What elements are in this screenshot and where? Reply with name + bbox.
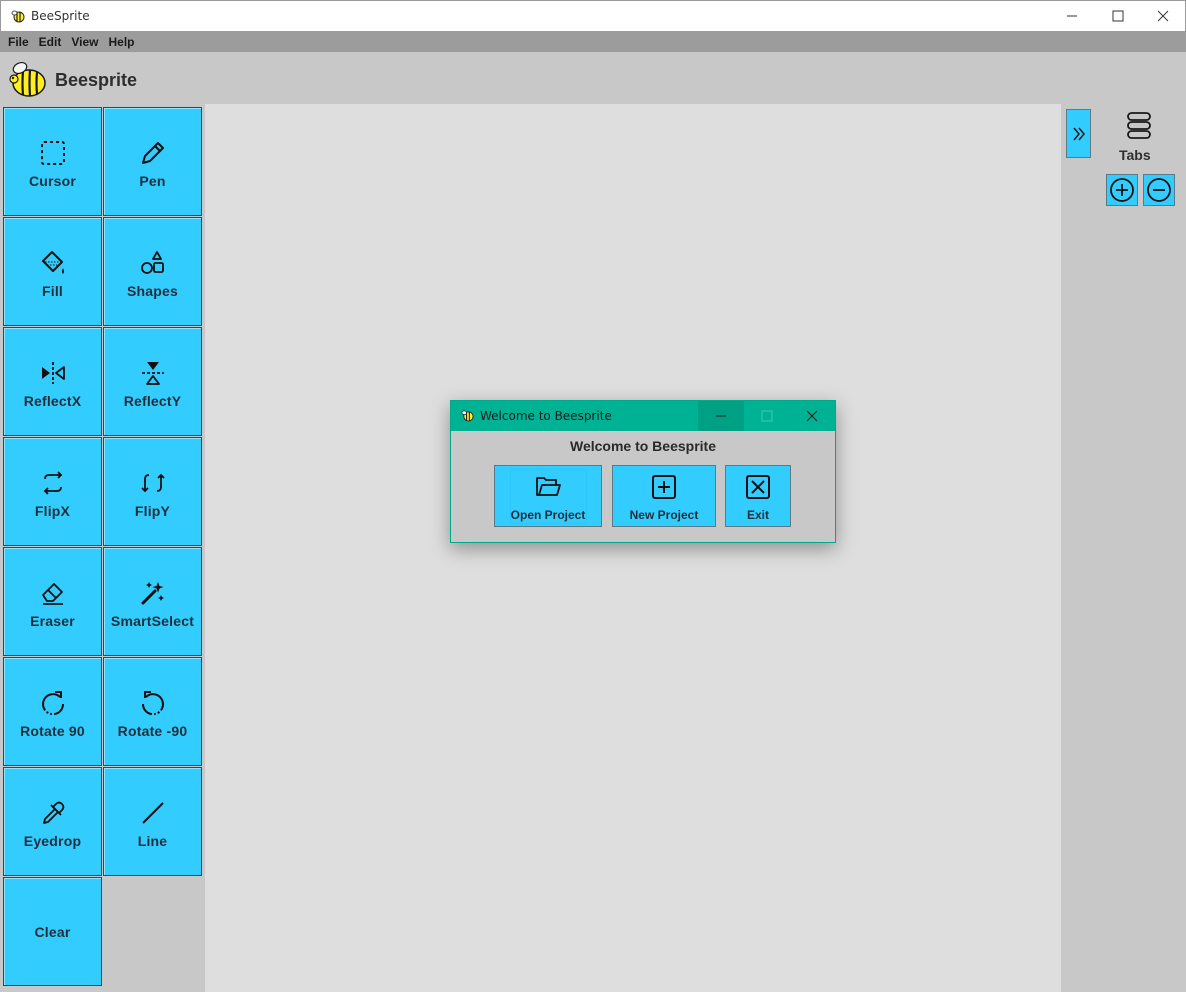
window-title: BeeSprite xyxy=(31,9,90,23)
bee-app-icon xyxy=(11,10,25,23)
close-icon xyxy=(806,410,818,422)
maximize-button[interactable] xyxy=(1095,1,1141,31)
dialog-minimize-button[interactable] xyxy=(698,401,744,431)
tool-fill[interactable]: Fill xyxy=(3,217,102,326)
menu-edit[interactable]: Edit xyxy=(34,35,67,49)
tool-label: Eyedrop xyxy=(23,832,82,849)
tool-label: ReflectY xyxy=(123,392,182,409)
tool-smartselect[interactable]: SmartSelect xyxy=(103,547,202,656)
flip-x-icon xyxy=(39,469,67,497)
tool-flipy[interactable]: FlipY xyxy=(103,437,202,546)
plus-square-icon xyxy=(652,475,676,499)
tool-line[interactable]: Line xyxy=(103,767,202,876)
dashed-select-icon xyxy=(39,139,67,167)
tool-reflectx[interactable]: ReflectX xyxy=(3,327,102,436)
tool-label: Rotate -90 xyxy=(117,722,188,739)
minimize-icon xyxy=(716,415,726,417)
double-chevron-right-icon xyxy=(1072,127,1085,140)
maximize-icon xyxy=(761,410,773,422)
dialog-title: Welcome to Beesprite xyxy=(480,409,612,423)
bee-logo xyxy=(9,61,46,97)
minimize-icon xyxy=(1067,15,1077,17)
app-name: Beesprite xyxy=(55,70,138,90)
button-label: New Project xyxy=(629,508,699,522)
eyedropper-icon xyxy=(39,799,67,827)
tool-clear[interactable]: Clear xyxy=(3,877,102,986)
button-label: Exit xyxy=(746,508,769,522)
expand-panel-button[interactable] xyxy=(1066,109,1091,158)
menu-help[interactable]: Help xyxy=(103,35,139,49)
exit-button[interactable]: Exit xyxy=(725,465,791,527)
rotate-ccw-icon xyxy=(139,689,167,717)
line-icon xyxy=(139,799,167,827)
dialog-close-button[interactable] xyxy=(789,401,835,431)
tool-label: ReflectX xyxy=(23,392,82,409)
dialog-maximize-button[interactable] xyxy=(744,401,790,431)
right-panel: Tabs xyxy=(1061,104,1186,992)
tool-label: FlipX xyxy=(34,502,71,519)
dialog-heading: Welcome to Beesprite xyxy=(569,438,716,454)
tool-label: Rotate 90 xyxy=(20,722,85,739)
add-tab-button[interactable] xyxy=(1106,174,1138,206)
plus-circle-icon xyxy=(1110,178,1134,202)
magic-wand-icon xyxy=(139,579,167,607)
app-header: Beesprite xyxy=(0,52,1186,104)
tool-rotate-neg-90[interactable]: Rotate -90 xyxy=(103,657,202,766)
dialog-titlebar[interactable]: Welcome to Beesprite xyxy=(451,401,835,431)
menu-view[interactable]: View xyxy=(66,35,103,49)
tool-label: SmartSelect xyxy=(110,612,195,629)
tool-label: Shapes xyxy=(127,282,178,299)
menu-file[interactable]: File xyxy=(3,35,34,49)
close-button[interactable] xyxy=(1140,1,1186,31)
tool-shapes[interactable]: Shapes xyxy=(103,217,202,326)
paint-bucket-icon xyxy=(39,249,67,277)
pencil-icon xyxy=(139,139,167,167)
tool-eyedrop[interactable]: Eyedrop xyxy=(3,767,102,876)
tabs-label: Tabs xyxy=(1119,147,1151,163)
tool-label: FlipY xyxy=(134,502,171,519)
drawing-canvas[interactable] xyxy=(205,104,1061,992)
tool-cursor[interactable]: Cursor xyxy=(3,107,102,216)
minus-circle-icon xyxy=(1147,178,1171,202)
close-icon xyxy=(1157,10,1169,22)
rotate-cw-icon xyxy=(39,689,67,717)
tool-label: Line xyxy=(137,832,168,849)
tool-label: Pen xyxy=(139,172,166,189)
bee-app-icon xyxy=(461,410,474,422)
welcome-dialog: Welcome to Beesprite Welcome to Beesprit… xyxy=(450,400,836,543)
remove-tab-button[interactable] xyxy=(1143,174,1175,206)
tool-reflecty[interactable]: ReflectY xyxy=(103,327,202,436)
eraser-icon xyxy=(39,579,67,607)
close-square-icon xyxy=(746,475,770,499)
focus-ring xyxy=(510,469,587,524)
tool-label: Fill xyxy=(41,282,64,299)
reflect-x-icon xyxy=(39,359,67,387)
reflect-y-icon xyxy=(139,359,167,387)
tool-label: Eraser xyxy=(30,612,75,629)
tool-flipx[interactable]: FlipX xyxy=(3,437,102,546)
window-titlebar[interactable]: BeeSprite xyxy=(0,0,1186,31)
new-project-button[interactable]: New Project xyxy=(612,465,716,527)
open-project-button[interactable]: Open Project xyxy=(494,465,602,527)
layers-stack-icon xyxy=(1127,112,1151,139)
flip-y-icon xyxy=(139,469,167,497)
tool-eraser[interactable]: Eraser xyxy=(3,547,102,656)
tool-label: Clear xyxy=(34,923,71,940)
tool-label: Cursor xyxy=(28,172,77,189)
tool-rotate-90[interactable]: Rotate 90 xyxy=(3,657,102,766)
menubar: File Edit View Help xyxy=(0,31,1186,52)
minimize-button[interactable] xyxy=(1049,1,1095,31)
shapes-icon xyxy=(139,249,167,277)
maximize-icon xyxy=(1112,10,1124,22)
tool-pen[interactable]: Pen xyxy=(103,107,202,216)
